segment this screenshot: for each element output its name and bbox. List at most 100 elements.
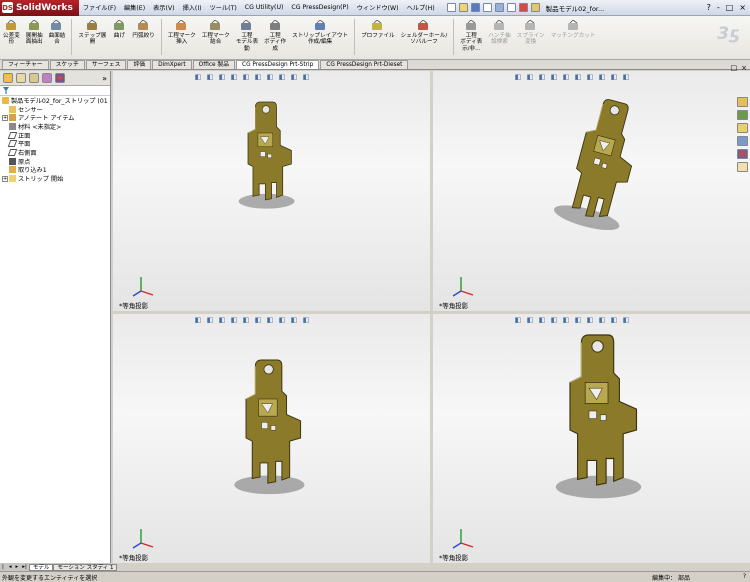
resources-tab-icon[interactable] bbox=[736, 97, 748, 107]
configuration-manager-tab-icon[interactable] bbox=[29, 73, 39, 83]
menu-6[interactable]: CG PressDesign(P) bbox=[287, 4, 352, 11]
tree-item[interactable]: 原点 bbox=[2, 157, 110, 166]
tab-2[interactable]: サーフェス bbox=[85, 60, 127, 69]
tree-item[interactable]: 材料 <未指定> bbox=[2, 122, 110, 131]
file-explorer-tab-icon[interactable] bbox=[736, 123, 748, 133]
tree-item-label: 右側面 bbox=[18, 149, 37, 157]
ribbon-button-14[interactable]: ハンチ抽 設検索 bbox=[485, 19, 513, 46]
ribbon-button-12[interactable]: シェルダーホール/ ソバルーフ bbox=[398, 19, 451, 46]
sensor-icon bbox=[9, 105, 16, 113]
tab-3[interactable]: 評価 bbox=[127, 60, 152, 69]
tab-6[interactable]: CG PressDesign Prt-Strip bbox=[236, 60, 320, 69]
ribbon-button-4[interactable]: 曲げ bbox=[109, 19, 129, 39]
menu-4[interactable]: ツール(T) bbox=[206, 3, 241, 12]
tab-5[interactable]: Office 製品 bbox=[192, 60, 236, 69]
tree-item[interactable]: 正面 bbox=[2, 131, 110, 140]
tree-item[interactable]: 平面 bbox=[2, 139, 110, 148]
options-icon[interactable] bbox=[530, 3, 540, 12]
tab-motion-study[interactable]: モーション スタディ 1 bbox=[53, 564, 118, 571]
status-message: 外観を変更するエンティティを選択 bbox=[2, 574, 98, 582]
rebuild-icon[interactable] bbox=[518, 3, 528, 12]
custom-properties-tab-icon[interactable] bbox=[736, 162, 748, 172]
tree-item[interactable]: 右側面 bbox=[2, 148, 110, 157]
spline-icon bbox=[524, 19, 538, 32]
ribbon-button-10[interactable]: ストリップレイアウト 作成/編集 bbox=[289, 19, 351, 46]
ribbon-button-5[interactable]: 円弧絞り bbox=[129, 19, 157, 39]
viewport-4[interactable]: ◧ ◧ ◧ ◧ ◧ ◧ ◧ ◧ ◧ ◧ *等角投影 bbox=[433, 314, 750, 563]
ribbon-button-1[interactable]: 展開抽 面抽出 bbox=[23, 19, 46, 46]
select-icon[interactable] bbox=[506, 3, 516, 12]
ribbon-button-9[interactable]: 工程 ボディ作 成 bbox=[261, 19, 289, 52]
tree-item-label: ストリップ 開始 bbox=[18, 176, 64, 184]
part-model-graphic[interactable] bbox=[113, 71, 430, 311]
ribbon-button-2[interactable]: 曲面結 合 bbox=[46, 19, 69, 46]
part-model-graphic[interactable] bbox=[113, 314, 430, 563]
menu-5[interactable]: CG Utility(U) bbox=[241, 4, 288, 11]
close-button[interactable]: × bbox=[739, 3, 746, 12]
print-icon[interactable] bbox=[482, 3, 492, 12]
status-edit-mode: 編集中： 部品 bbox=[652, 575, 690, 582]
display-manager-tab-icon[interactable] bbox=[55, 73, 65, 83]
status-help-icon[interactable]: ? bbox=[743, 573, 746, 580]
tab-1[interactable]: スケッチ bbox=[49, 60, 85, 69]
expand-icon[interactable]: + bbox=[2, 175, 8, 182]
panel-toolbar: » bbox=[0, 71, 110, 86]
tab-4[interactable]: DimXpert bbox=[152, 60, 192, 69]
tab-0[interactable]: フィーチャー bbox=[2, 60, 49, 69]
tree-item-label: アノテート アイテム bbox=[18, 115, 75, 123]
ribbon-button-15[interactable]: スプライン 変換 bbox=[514, 19, 548, 46]
menu-2[interactable]: 表示(V) bbox=[149, 3, 178, 12]
ribbon-button-16[interactable]: マッチングカット bbox=[548, 19, 599, 39]
ribbon-separator bbox=[71, 19, 73, 55]
ribbon-button-3[interactable]: ステップ展 開 bbox=[75, 19, 109, 46]
tree-item[interactable]: + ストリップ 開始 bbox=[2, 174, 110, 183]
ribbon-button-0[interactable]: 公差変 形 bbox=[0, 19, 23, 46]
property-manager-tab-icon[interactable] bbox=[16, 73, 26, 83]
new-document-icon[interactable] bbox=[446, 3, 456, 12]
undo-icon[interactable] bbox=[494, 3, 504, 12]
minimize-button[interactable]: - bbox=[717, 3, 720, 12]
coordinate-triad-icon bbox=[452, 277, 474, 297]
part-model-graphic[interactable] bbox=[433, 71, 750, 311]
tree-item[interactable]: 取り込み1 bbox=[2, 166, 110, 174]
tree-filter[interactable] bbox=[0, 86, 110, 96]
menu-1[interactable]: 編集(E) bbox=[120, 3, 149, 12]
expand-icon[interactable]: + bbox=[2, 114, 8, 121]
dimxpert-tab-icon[interactable] bbox=[42, 73, 52, 83]
annotation-icon bbox=[9, 114, 16, 122]
ribbon-button-7[interactable]: 工程マーク 結合 bbox=[199, 19, 233, 46]
tab-scroll-last-icon[interactable]: ▸| bbox=[20, 564, 29, 571]
appearances-tab-icon[interactable] bbox=[736, 149, 748, 159]
tab-model[interactable]: モデル bbox=[28, 564, 54, 571]
help-button[interactable]: ? bbox=[707, 3, 711, 12]
ribbon-button-11[interactable]: プロファイル bbox=[358, 19, 398, 39]
tab-scroll-prev-icon[interactable]: ◂ bbox=[7, 564, 14, 571]
open-icon[interactable] bbox=[458, 3, 468, 12]
viewport-1[interactable]: ◧ ◧ ◧ ◧ ◧ ◧ ◧ ◧ ◧ ◧ *等角投影 bbox=[113, 71, 430, 311]
tree-item[interactable]: センサー bbox=[2, 105, 110, 114]
panel-expand-chevron-icon[interactable]: » bbox=[102, 74, 107, 83]
solidworks-logo[interactable]: DS SolidWorks bbox=[0, 0, 79, 16]
tree-item[interactable]: + アノテート アイテム bbox=[2, 113, 110, 122]
save-icon[interactable] bbox=[470, 3, 480, 12]
feature-manager-tab-icon[interactable] bbox=[3, 73, 13, 83]
ribbon-button-13[interactable]: 工程 ボディ表 示/非... bbox=[457, 19, 485, 52]
viewport-3[interactable]: ◧ ◧ ◧ ◧ ◧ ◧ ◧ ◧ ◧ ◧ *等角投影 bbox=[113, 314, 430, 563]
ribbon-button-8[interactable]: 工程 モデル表 動 bbox=[233, 19, 261, 52]
view-palette-tab-icon[interactable] bbox=[736, 136, 748, 146]
title-bar: DS SolidWorks ファイル(F) 編集(E) 表示(V) 挿入(I) ツール(T… bbox=[0, 0, 750, 16]
maximize-button[interactable]: □ bbox=[726, 3, 734, 12]
menu-8[interactable]: ヘルプ(H) bbox=[403, 3, 439, 12]
tab-7[interactable]: CG PressDesign Prt-Dieset bbox=[320, 60, 409, 69]
design-library-tab-icon[interactable] bbox=[736, 110, 748, 120]
menu-0[interactable]: ファイル(F) bbox=[79, 3, 120, 12]
feature-manager-panel: » 製品モデル02_for_ストリップ (01 センサー + アノテート アイテム 材料… bbox=[0, 71, 111, 563]
tab-scroll-next-icon[interactable]: ▸ bbox=[14, 564, 21, 571]
part-model-graphic[interactable] bbox=[433, 314, 750, 563]
tree-root[interactable]: 製品モデル02_for_ストリップ (01 bbox=[2, 96, 110, 105]
ribbon-button-6[interactable]: 工程マーク 挿入 bbox=[165, 19, 199, 46]
viewport-2[interactable]: ◧ ◧ ◧ ◧ ◧ ◧ ◧ ◧ ◧ ◧ *等角投影 bbox=[433, 71, 750, 311]
menu-3[interactable]: 挿入(I) bbox=[179, 3, 206, 12]
menu-7[interactable]: ウィンドウ(W) bbox=[353, 3, 403, 12]
tab-scroll-first-icon[interactable]: |◂ bbox=[0, 564, 7, 576]
